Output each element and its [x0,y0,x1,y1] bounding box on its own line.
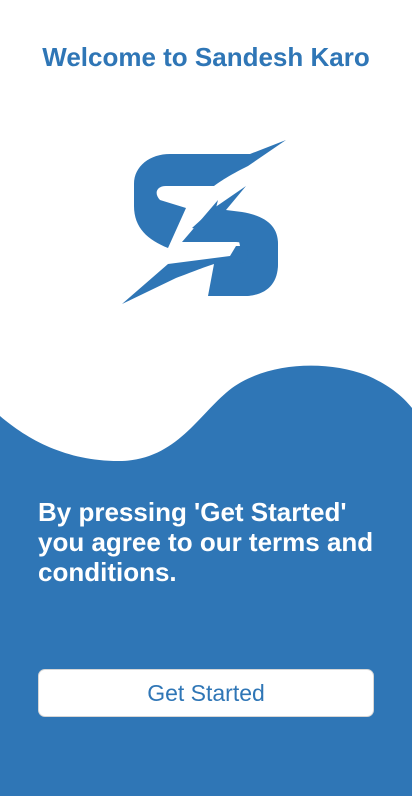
welcome-screen: Welcome to Sandesh Karo By pressing 'Get… [0,0,412,796]
page-title: Welcome to Sandesh Karo [42,42,370,72]
terms-notice: By pressing 'Get Started' you agree to o… [38,497,374,587]
s-lightning-logo-icon [122,140,286,304]
get-started-button[interactable]: Get Started [38,669,374,717]
